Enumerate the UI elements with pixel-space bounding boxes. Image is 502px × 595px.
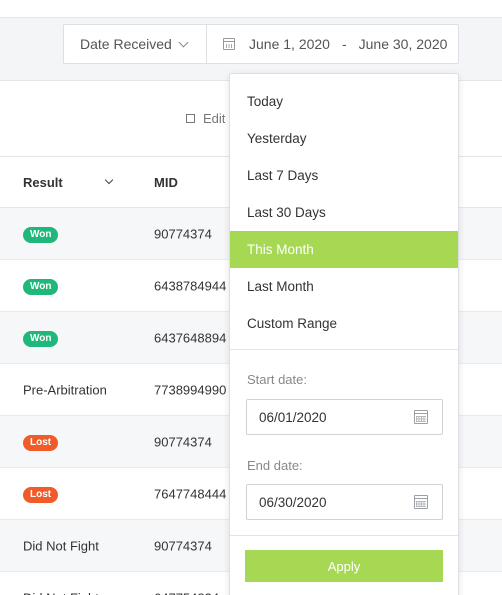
status-badge: Won	[23, 226, 59, 243]
calendar-icon	[223, 38, 235, 50]
range-separator: -	[341, 36, 347, 52]
mid-cell: 90774374	[154, 226, 212, 241]
result-cell: Lost	[23, 433, 59, 451]
apply-button[interactable]: Apply	[245, 550, 443, 582]
range-option[interactable]: Last Month	[230, 268, 458, 305]
status-badge: Lost	[23, 434, 59, 451]
column-header-mid[interactable]: MID	[154, 175, 178, 190]
checkbox-icon	[186, 114, 195, 123]
result-cell: Lost	[23, 485, 59, 503]
edit-columns-button[interactable]: Edit	[186, 111, 225, 126]
date-range-picker[interactable]: June 1, 2020 - June 30, 2020	[207, 25, 458, 63]
mid-cell: 7647748444	[154, 486, 227, 501]
mid-cell: 6437648894	[154, 330, 227, 345]
start-date-label: Start date:	[247, 372, 307, 387]
calendar-icon[interactable]	[414, 495, 428, 509]
date-filter-group: Date Received June 1, 2020 - June 30, 20…	[63, 24, 459, 64]
end-date-label: End date:	[247, 458, 303, 473]
result-cell: Won	[23, 225, 59, 243]
mid-cell: 647754834	[154, 590, 228, 595]
divider	[230, 535, 458, 536]
status-badge: Won	[23, 278, 59, 295]
date-type-label: Date Received	[80, 36, 172, 52]
range-start: June 1, 2020	[249, 36, 330, 52]
calendar-icon[interactable]	[414, 410, 428, 424]
range-option[interactable]: Today	[230, 83, 458, 120]
result-cell: Pre-Arbitration	[23, 382, 107, 397]
mid-cell: 7738994990	[154, 382, 227, 397]
range-option[interactable]: Yesterday	[230, 120, 458, 157]
result-cell: Won	[23, 277, 59, 295]
range-option[interactable]: Custom Range	[230, 305, 458, 342]
divider	[230, 349, 458, 350]
top-bar	[0, 0, 502, 18]
mid-cell: 6438784944	[154, 278, 227, 293]
range-option[interactable]: This Month	[230, 231, 458, 268]
date-range-dropdown: Today Yesterday Last 7 Days Last 30 Days Thi…	[229, 73, 459, 595]
edit-label: Edit	[203, 111, 226, 126]
column-header-result[interactable]: Result	[23, 175, 63, 190]
status-badge: Lost	[23, 486, 59, 503]
sort-chevron-icon[interactable]	[104, 175, 114, 185]
range-option[interactable]: Last 30 Days	[230, 194, 458, 231]
result-cell: Did Not Fight	[23, 538, 99, 553]
chevron-down-icon	[178, 37, 189, 47]
status-badge: Won	[23, 330, 59, 347]
result-cell: Won	[23, 329, 59, 347]
mid-cell: 90774374	[154, 434, 212, 449]
result-cell: Did Not Fight	[23, 590, 99, 595]
range-end: June 30, 2020	[358, 36, 448, 52]
range-option[interactable]: Last 7 Days	[230, 157, 458, 194]
mid-cell: 90774374	[154, 538, 212, 553]
date-type-select[interactable]: Date Received	[64, 25, 207, 63]
